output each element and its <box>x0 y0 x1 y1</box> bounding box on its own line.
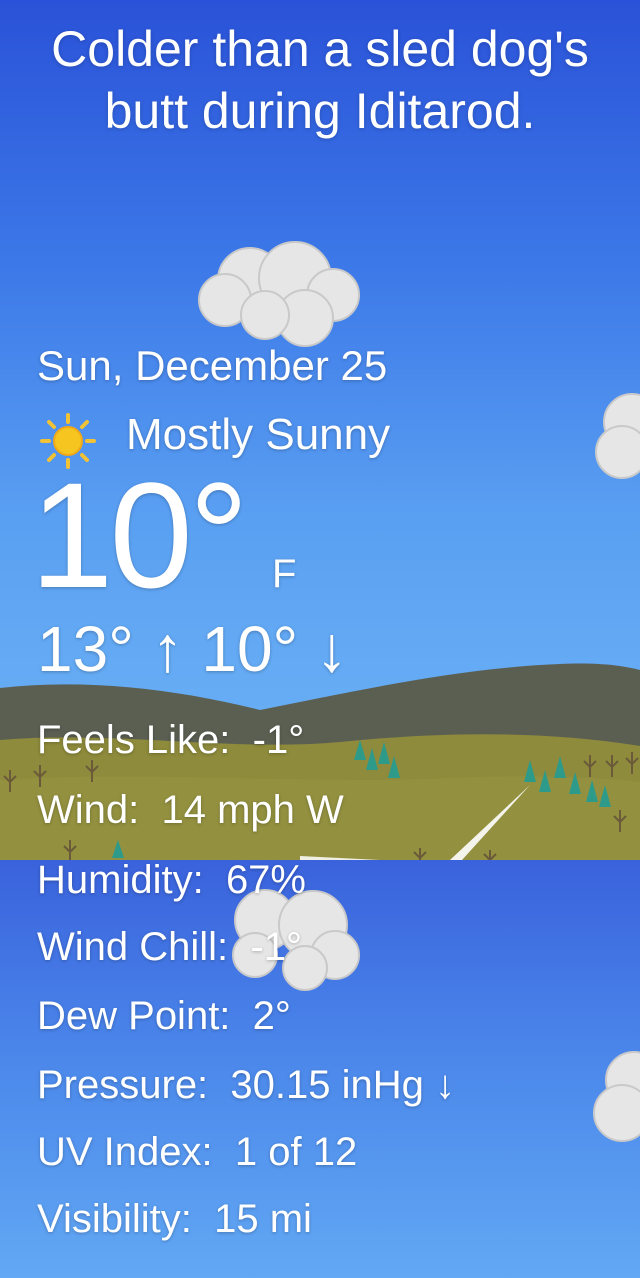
cloud-icon <box>593 1051 640 1142</box>
temperature-unit: F <box>272 552 297 596</box>
detail-wind-chill: Wind Chill: -1° <box>37 925 302 969</box>
cloud-icon <box>198 241 360 347</box>
headline: Colder than a sled dog's butt during Idi… <box>51 21 589 139</box>
detail-visibility: Visibility: 15 mi <box>37 1197 312 1241</box>
detail-pressure: Pressure: 30.15 inHg ↓ <box>37 1063 455 1107</box>
detail-uv-index: UV Index: 1 of 12 <box>37 1130 358 1174</box>
high-low-temperature: 13° ↑ 10° ↓ <box>37 613 348 685</box>
current-temperature: 10° <box>30 451 249 619</box>
detail-wind: Wind: 14 mph W <box>37 788 344 832</box>
detail-dew-point: Dew Point: 2° <box>37 994 291 1038</box>
detail-feels-like: Feels Like: -1° <box>37 718 305 762</box>
forecast-date: Sun, December 25 <box>37 342 388 389</box>
cloud-icon <box>595 393 640 479</box>
detail-humidity: Humidity: 67% <box>37 858 306 902</box>
